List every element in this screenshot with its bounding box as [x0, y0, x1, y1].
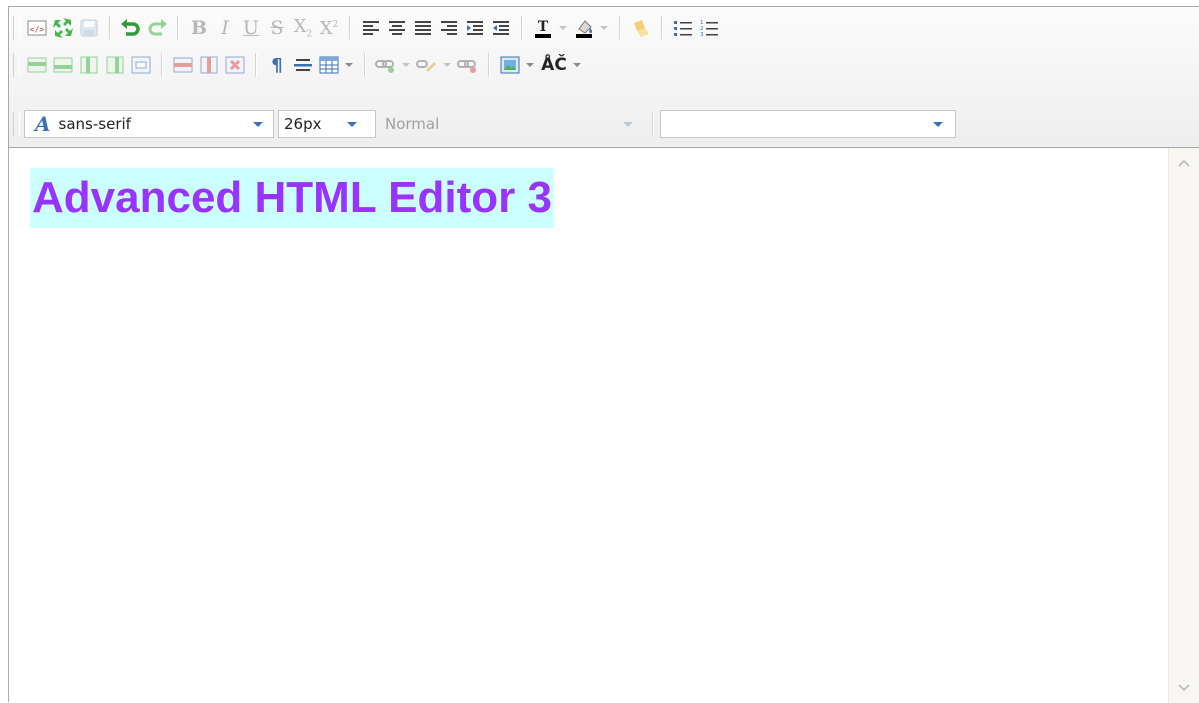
paragraph-glyph: ¶ [271, 54, 283, 76]
chevron-down-icon [347, 122, 357, 127]
special-characters-icon[interactable]: ÅČ [538, 52, 570, 78]
toolbar-grip[interactable] [13, 112, 20, 136]
style-select[interactable] [660, 110, 956, 138]
toolbar-separator [619, 16, 621, 40]
remove-link-icon[interactable] [455, 52, 481, 78]
text-color-dropdown[interactable] [559, 26, 567, 30]
underline-button[interactable]: U [238, 15, 264, 41]
subscript-mark: 2 [306, 29, 313, 40]
outdent-icon[interactable] [488, 15, 514, 41]
paragraph-format-select[interactable]: Normal [378, 110, 644, 138]
toolbar-separator [349, 16, 351, 40]
superscript-button[interactable]: X2 [316, 15, 342, 41]
toolbar-row-2: ¶ ÅČ [9, 48, 585, 82]
toolbar-separator [109, 16, 111, 40]
horizontal-rule-icon[interactable] [290, 52, 316, 78]
merge-cells-icon[interactable] [128, 52, 154, 78]
italic-glyph: I [221, 17, 229, 39]
toolbar-separator [661, 16, 663, 40]
toolbar-grip[interactable] [13, 53, 20, 77]
svg-text:</>: </> [30, 25, 45, 34]
toolbar-separator [488, 53, 490, 77]
toolbar-separator [177, 16, 179, 40]
highlight-color-icon[interactable] [571, 15, 597, 41]
bullet-list-icon[interactable] [670, 15, 696, 41]
superscript-letter: X [319, 17, 333, 39]
strikethrough-button[interactable]: S [264, 15, 290, 41]
scroll-down-button[interactable] [1172, 675, 1196, 701]
chevron-up-icon [1178, 159, 1190, 167]
bold-glyph: B [190, 17, 208, 39]
font-size-select[interactable]: 26px [278, 110, 376, 138]
insert-link-icon[interactable] [373, 52, 399, 78]
svg-text:3: 3 [700, 32, 704, 37]
subscript-letter: X [293, 16, 307, 38]
subscript-glyph: X2 [294, 16, 313, 40]
chevron-down-icon [1178, 684, 1190, 692]
editor-content-area[interactable]: Advanced HTML Editor 3 [9, 148, 1168, 703]
superscript-mark: 2 [332, 19, 339, 30]
toolbar-separator [364, 53, 366, 77]
chevron-down-icon [933, 122, 943, 127]
italic-button[interactable]: I [212, 15, 238, 41]
superscript-glyph: X2 [320, 18, 339, 39]
editor-toolbar: </> B I U S X2 X2 T 1 2 3 ¶ ÅČ A sans-se… [9, 7, 1199, 148]
insert-row-below-icon[interactable] [50, 52, 76, 78]
chevron-down-icon [623, 122, 633, 127]
align-right-icon[interactable] [436, 15, 462, 41]
toolbar-row-1: </> B I U S X2 X2 T 1 2 3 [9, 11, 722, 45]
text-color-icon[interactable]: T [530, 15, 556, 41]
indent-icon[interactable] [462, 15, 488, 41]
align-justify-icon[interactable] [410, 15, 436, 41]
insert-column-right-icon[interactable] [102, 52, 128, 78]
fullscreen-icon[interactable] [50, 15, 76, 41]
font-family-select[interactable]: A sans-serif [24, 110, 274, 138]
align-center-icon[interactable] [384, 15, 410, 41]
toolbar-separator [161, 53, 163, 77]
font-family-value: sans-serif [58, 115, 131, 133]
special-characters-dropdown[interactable] [573, 63, 581, 67]
delete-column-icon[interactable] [196, 52, 222, 78]
insert-row-above-icon[interactable] [24, 52, 50, 78]
font-size-value: 26px [284, 115, 322, 133]
insert-link-dropdown[interactable] [402, 63, 410, 67]
edit-link-icon[interactable] [414, 52, 440, 78]
strikethrough-glyph: S [270, 17, 284, 39]
chevron-down-icon [253, 122, 263, 127]
html-editor: </> B I U S X2 X2 T 1 2 3 ¶ ÅČ A sans-se… [8, 6, 1199, 703]
align-left-icon[interactable] [358, 15, 384, 41]
numbered-list-icon[interactable]: 123 [696, 15, 722, 41]
insert-image-icon[interactable] [497, 52, 523, 78]
vertical-scrollbar[interactable] [1168, 148, 1199, 703]
insert-column-left-icon[interactable] [76, 52, 102, 78]
toolbar-grip[interactable] [13, 16, 20, 40]
insert-table-dropdown[interactable] [345, 63, 353, 67]
undo-icon[interactable] [118, 15, 144, 41]
toolbar-separator [255, 53, 257, 77]
font-icon: A [35, 112, 51, 136]
clear-format-icon[interactable] [628, 15, 654, 41]
delete-row-icon[interactable] [170, 52, 196, 78]
paragraph-format-value: Normal [385, 115, 440, 133]
insert-table-icon[interactable] [316, 52, 342, 78]
insert-image-dropdown[interactable] [526, 63, 534, 67]
svg-text:T: T [538, 19, 549, 35]
highlight-color-dropdown[interactable] [600, 26, 608, 30]
toolbar-row-3: A sans-serif 26px Normal [9, 107, 956, 141]
save-icon[interactable] [76, 15, 102, 41]
paragraph-mark-icon[interactable]: ¶ [264, 52, 290, 78]
delete-table-icon[interactable] [222, 52, 248, 78]
edit-link-dropdown[interactable] [443, 63, 451, 67]
underline-glyph: U [242, 17, 259, 39]
redo-icon[interactable] [144, 15, 170, 41]
document-heading[interactable]: Advanced HTML Editor 3 [30, 168, 554, 228]
special-characters-glyph: ÅČ [541, 55, 567, 75]
bold-button[interactable]: B [186, 15, 212, 41]
html-source-icon[interactable]: </> [24, 15, 50, 41]
toolbar-separator [521, 16, 523, 40]
scroll-up-button[interactable] [1172, 150, 1196, 176]
subscript-button[interactable]: X2 [290, 15, 316, 41]
toolbar-separator [652, 112, 654, 136]
